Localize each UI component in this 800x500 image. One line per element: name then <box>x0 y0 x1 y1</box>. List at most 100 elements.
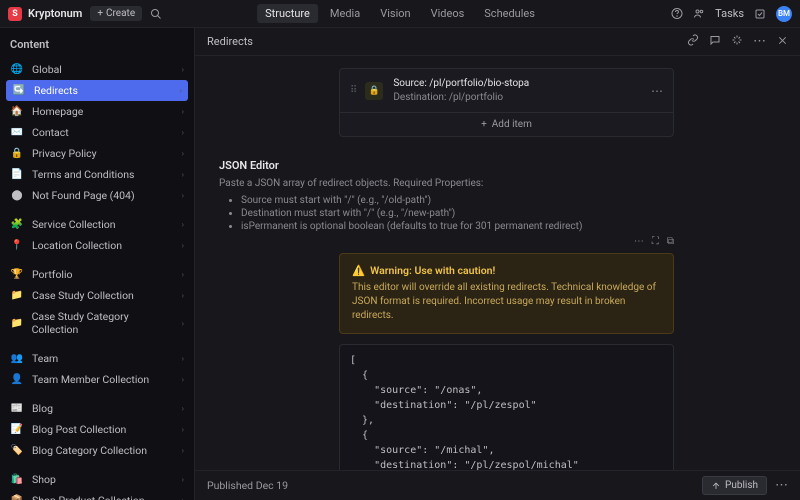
top-tabs: StructureMediaVision VideosSchedules <box>257 4 543 23</box>
sidebar-item-case-study-collection[interactable]: 📁 Case Study Collection › <box>0 285 194 306</box>
sidebar-item-icon: 🔒 <box>10 148 24 159</box>
sidebar-item-label: Shop Product Collection <box>32 494 145 500</box>
json-rule: Source must start with "/" (e.g., "/old-… <box>241 195 776 206</box>
sidebar-item-case-study-category-collection[interactable]: 📁Case Study Category Collection› <box>0 306 194 340</box>
sidebar-item-service-collection[interactable]: 🧩Service Collection› <box>0 214 194 235</box>
top-tab-schedules[interactable]: Schedules <box>476 4 543 23</box>
drag-handle-icon[interactable]: ⠿ <box>350 85 355 96</box>
comment-icon[interactable] <box>709 34 721 46</box>
sidebar-item-icon: 🏆 <box>10 269 24 280</box>
sidebar-item-label: Global <box>32 63 62 76</box>
chevron-right-icon: › <box>180 86 182 95</box>
avatar[interactable]: BM <box>776 6 792 22</box>
sidebar-item-global[interactable]: 🌐Global› <box>0 59 194 80</box>
more-field-icon[interactable]: ⋯ <box>634 236 644 247</box>
sidebar-item-icon: ⬤ <box>10 190 24 201</box>
sidebar-item-redirects[interactable]: ↪️Redirects› <box>6 80 188 101</box>
tasks-icon[interactable] <box>754 8 766 20</box>
sidebar-item-location-collection[interactable]: 📍Location Collection› <box>0 235 194 256</box>
chevron-right-icon: › <box>182 291 184 300</box>
users-icon[interactable] <box>693 8 705 20</box>
top-tab-structure[interactable]: Structure <box>257 4 318 23</box>
sidebar: Content 🌐Global›↪️Redirects›🏠Homepage›✉️… <box>0 28 195 500</box>
close-icon[interactable] <box>776 34 788 46</box>
sidebar-item-icon: 🧩 <box>10 219 24 230</box>
sidebar-item-icon: 📍 <box>10 240 24 251</box>
json-textarea[interactable]: [ { "source": "/onas", "destination": "/… <box>339 344 674 470</box>
warning-text: This editor will override all existing r… <box>352 281 661 323</box>
sparkle-icon[interactable] <box>731 34 743 46</box>
sidebar-item-portfolio[interactable]: 🏆 Portfolio › <box>0 264 194 285</box>
redirect-card: ⠿ 🔒 Source: /pl/portfolio/bio-stopa Dest… <box>339 68 674 137</box>
sidebar-item-icon: ✉️ <box>10 127 24 138</box>
chevron-right-icon: › <box>182 241 184 250</box>
sidebar-item-icon: 👤 <box>10 374 24 385</box>
sidebar-item-label: Blog Category Collection <box>32 444 147 457</box>
link-icon[interactable] <box>687 34 699 46</box>
copy-icon[interactable]: ⧉ <box>667 236 674 247</box>
sidebar-item-icon: 📁 <box>10 290 24 301</box>
json-rule: Destination must start with "/" (e.g., "… <box>241 208 776 219</box>
warning-title-text: Warning: Use with caution! <box>370 264 495 277</box>
row-menu-icon[interactable]: ⋯ <box>651 84 663 98</box>
sidebar-item-team-member-collection[interactable]: 👤Team Member Collection› <box>0 369 194 390</box>
source-value: /pl/portfolio/bio-stopa <box>429 78 529 89</box>
brand-badge: S <box>8 7 22 21</box>
sidebar-item-team[interactable]: 👥Team› <box>0 348 194 369</box>
json-rule: isPermanent is optional boolean (default… <box>241 221 776 232</box>
chevron-right-icon: › <box>182 128 184 137</box>
sidebar-item-label: Shop <box>32 473 56 486</box>
chevron-right-icon: › <box>182 191 184 200</box>
chevron-right-icon: › <box>182 107 184 116</box>
publish-button[interactable]: Publish <box>702 476 767 495</box>
sidebar-scroll[interactable]: 🌐Global›↪️Redirects›🏠Homepage›✉️Contact›… <box>0 59 194 500</box>
sidebar-item-icon: 📄 <box>10 169 24 180</box>
sidebar-item-label: Case Study Category Collection <box>32 310 174 336</box>
sidebar-item-blog-category-collection[interactable]: 🏷️Blog Category Collection› <box>0 440 194 461</box>
sidebar-item-blog[interactable]: 📰Blog› <box>0 398 194 419</box>
content-body[interactable]: ⠿ 🔒 Source: /pl/portfolio/bio-stopa Dest… <box>195 56 800 470</box>
brand: S Kryptonum <box>8 7 82 21</box>
sidebar-item-label: Portfolio <box>32 268 73 281</box>
sidebar-item-label: Blog <box>32 402 53 415</box>
top-nav: S Kryptonum + Create StructureMediaVisio… <box>0 0 800 28</box>
top-tab-videos[interactable]: Videos <box>423 4 473 23</box>
chevron-right-icon: › <box>182 354 184 363</box>
publish-icon <box>711 481 721 491</box>
top-tab-vision[interactable]: Vision <box>372 4 418 23</box>
chevron-right-icon: › <box>182 270 184 279</box>
source-label: Source: <box>393 78 426 89</box>
expand-icon[interactable]: ⛶ <box>652 236 659 247</box>
sidebar-item-label: Case Study Collection <box>32 289 134 302</box>
footer-more-icon[interactable]: ⋯ <box>775 478 788 493</box>
sidebar-item-shop-product-collection[interactable]: 📦Shop Product Collection› <box>0 490 194 500</box>
sidebar-item-blog-post-collection[interactable]: 📝Blog Post Collection› <box>0 419 194 440</box>
brand-name: Kryptonum <box>28 7 82 20</box>
sidebar-item-homepage[interactable]: 🏠 Homepage › <box>0 101 194 122</box>
help-icon[interactable] <box>671 8 683 20</box>
top-tab-media[interactable]: Media <box>322 4 368 23</box>
sidebar-item-label: Homepage <box>32 105 83 118</box>
sidebar-item-icon: 📦 <box>10 495 24 500</box>
sidebar-item-icon: 📰 <box>10 403 24 414</box>
search-icon[interactable] <box>150 8 162 20</box>
sidebar-item-not-found-page-404-[interactable]: ⬤Not Found Page (404)› <box>0 185 194 206</box>
sidebar-item-label: Team Member Collection <box>32 373 149 386</box>
sidebar-item-icon: 🛍️ <box>10 474 24 485</box>
dest-label: Destination: <box>393 92 446 103</box>
add-item-label: Add item <box>492 119 532 130</box>
content-header: Redirects ⋯ <box>195 28 800 56</box>
warning-box: ⚠️Warning: Use with caution! This editor… <box>339 253 674 334</box>
sidebar-item-shop[interactable]: 🛍️Shop› <box>0 469 194 490</box>
sidebar-item-privacy-policy[interactable]: 🔒Privacy Policy› <box>0 143 194 164</box>
sidebar-heading: Content <box>0 28 194 59</box>
redirect-row[interactable]: ⠿ 🔒 Source: /pl/portfolio/bio-stopa Dest… <box>340 69 673 112</box>
tasks-label[interactable]: Tasks <box>715 7 744 20</box>
sidebar-item-contact[interactable]: ✉️Contact› <box>0 122 194 143</box>
sidebar-item-terms-and-conditions[interactable]: 📄Terms and Conditions› <box>0 164 194 185</box>
create-button[interactable]: + Create <box>90 6 142 21</box>
sidebar-item-icon: 🏠 <box>10 106 24 117</box>
add-item-button[interactable]: + Add item <box>340 112 673 136</box>
more-icon[interactable]: ⋯ <box>753 34 766 49</box>
dest-value: /pl/portfolio <box>449 92 503 103</box>
